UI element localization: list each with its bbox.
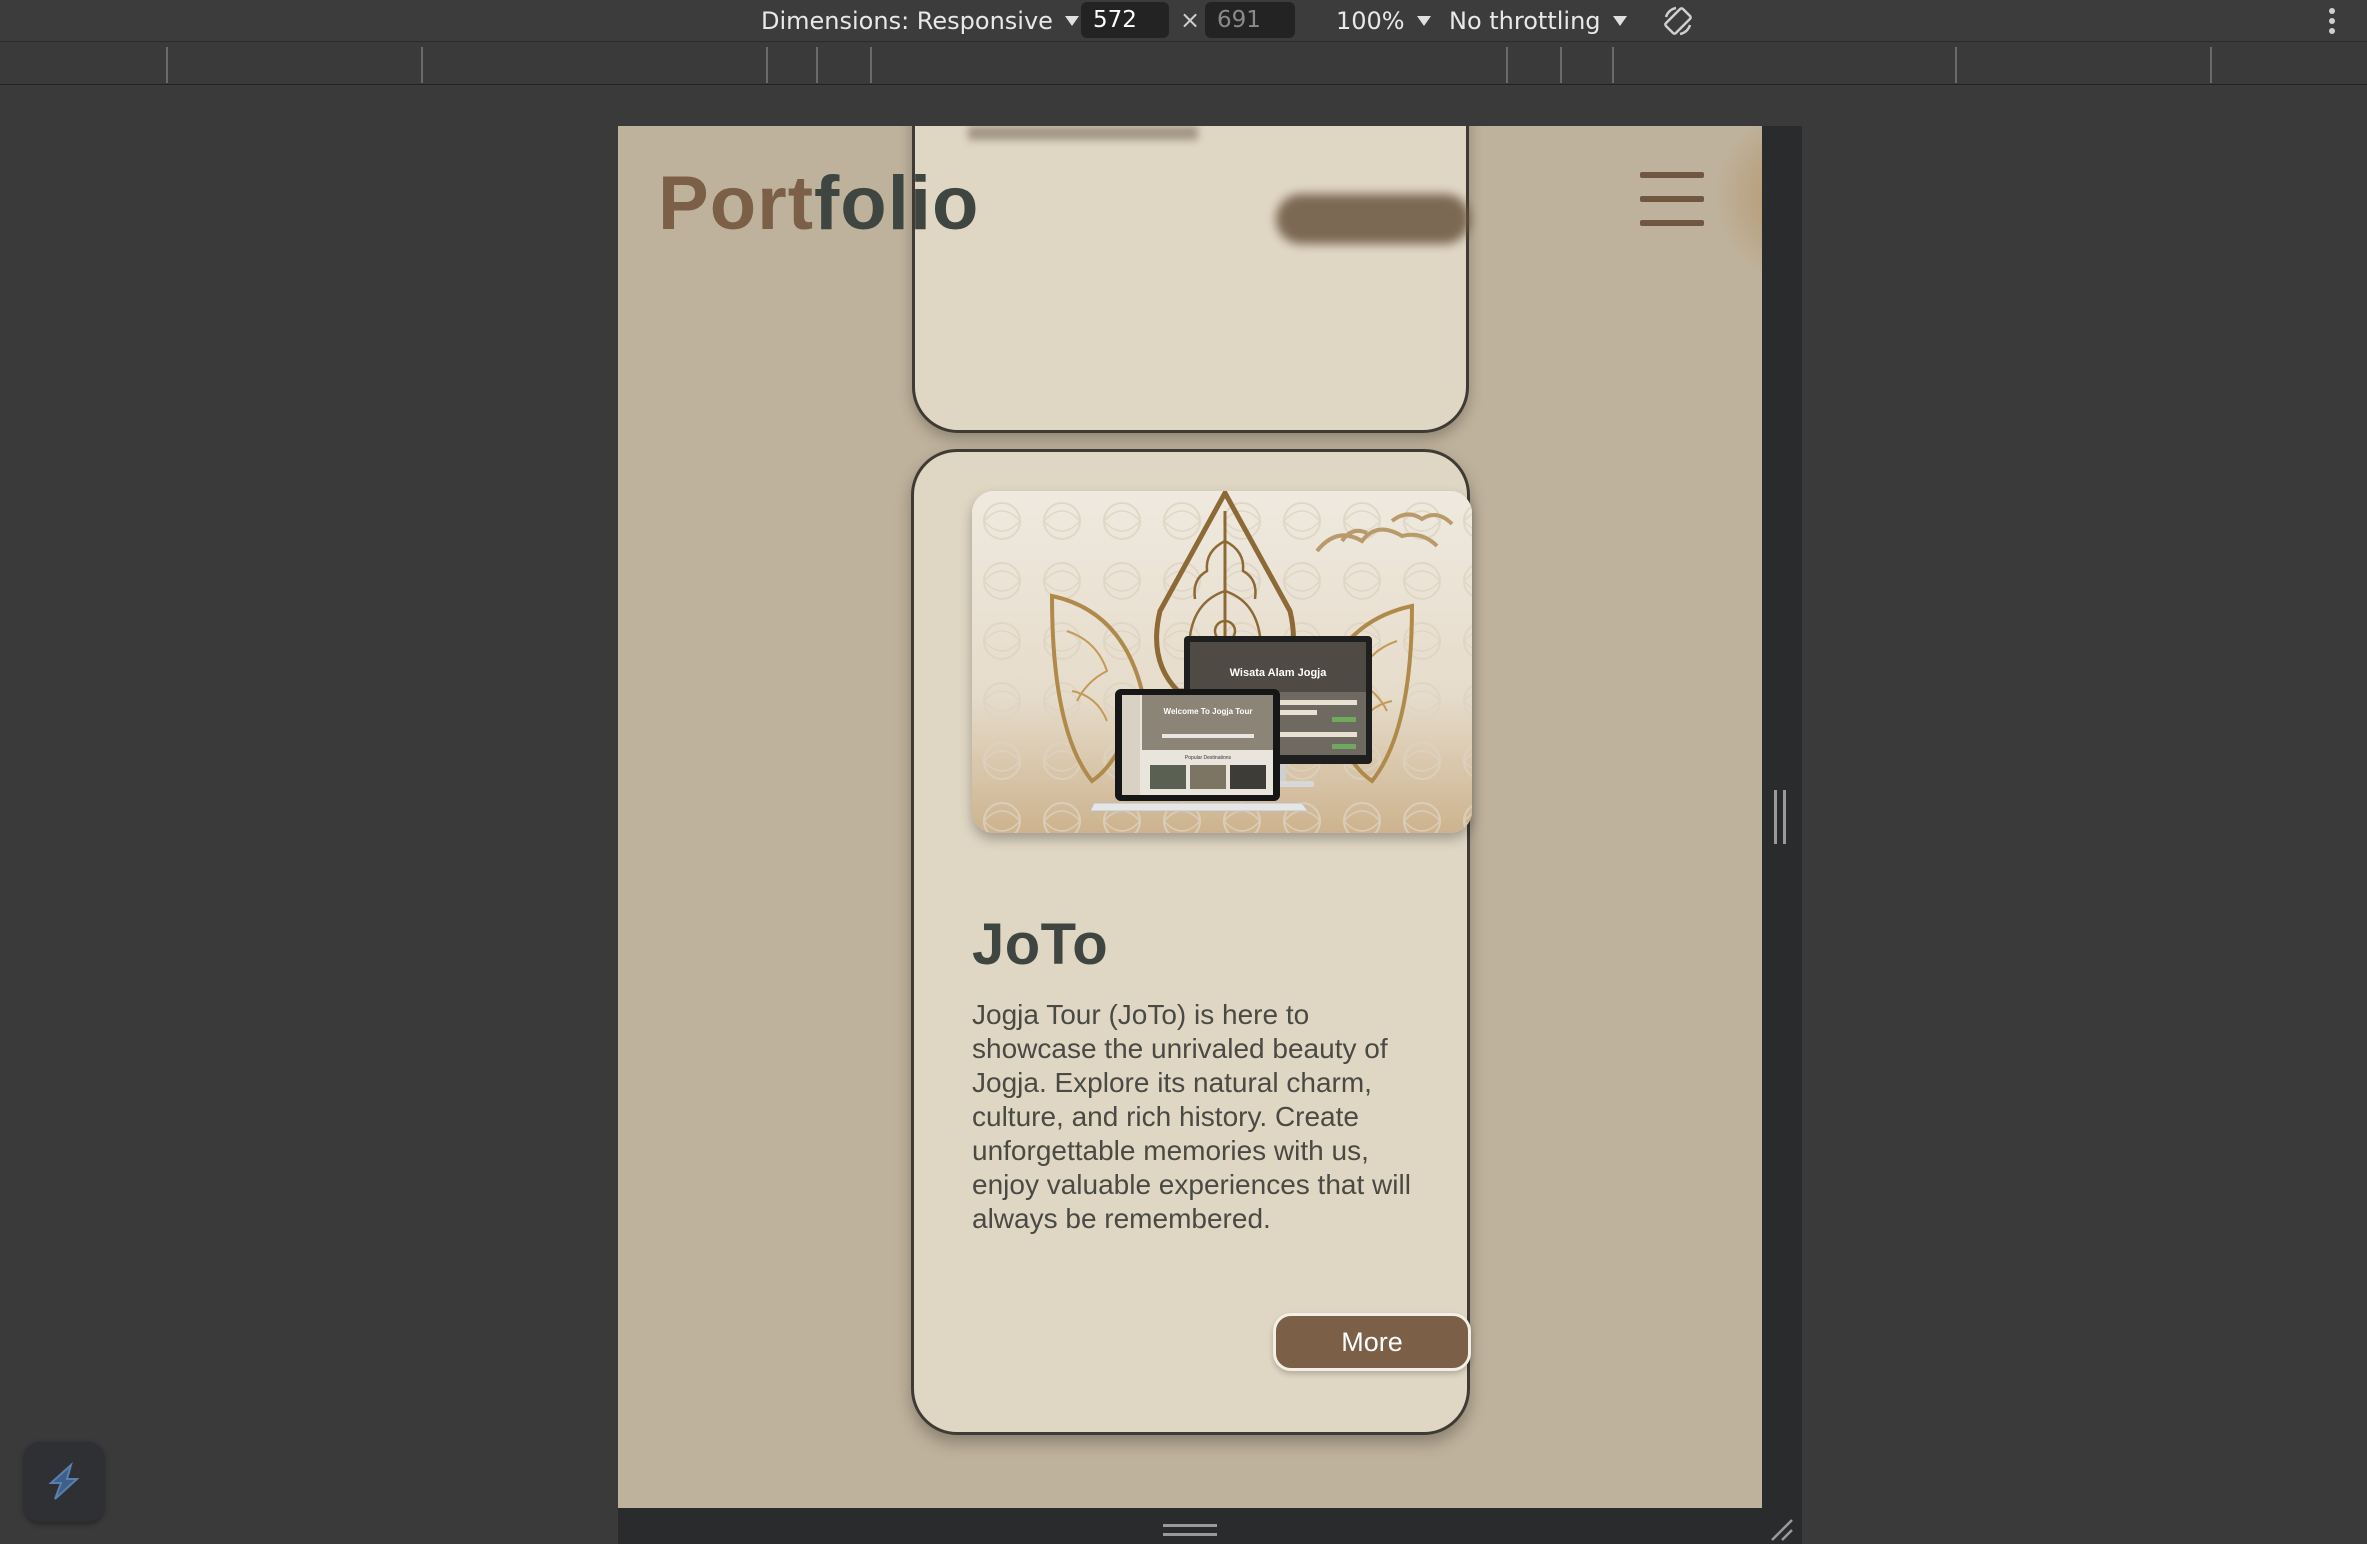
header-decoration: [1713, 126, 1762, 286]
laptop-subtitle: Popular Destinations: [1185, 755, 1232, 761]
breakpoint-tick[interactable]: [1506, 47, 1508, 83]
breakpoint-tick[interactable]: [1612, 47, 1614, 83]
width-input[interactable]: 572: [1081, 2, 1169, 38]
caret-down-icon: [1612, 16, 1627, 26]
more-button[interactable]: More: [1273, 1313, 1471, 1371]
zoom-dropdown[interactable]: 100%: [1336, 0, 1431, 42]
breakpoint-tick[interactable]: [1560, 47, 1562, 83]
rotate-button[interactable]: [1660, 0, 1696, 42]
device-toolbar: Dimensions: Responsive 572 × 691 100% No…: [0, 0, 2367, 42]
logo-part-folio: folio: [814, 161, 980, 246]
breakpoint-tick[interactable]: [816, 47, 818, 83]
breakpoint-tick[interactable]: [166, 47, 168, 83]
media-query-ruler[interactable]: [0, 43, 2367, 85]
zoom-label: 100%: [1336, 7, 1405, 35]
height-input[interactable]: 691: [1205, 2, 1295, 38]
dimension-separator: ×: [1180, 6, 1201, 34]
laptop-title: Welcome To Jogja Tour: [1164, 707, 1253, 716]
project-description: Jogja Tour (JoTo) is here to showcase th…: [972, 999, 1411, 1234]
bottom-resize-handle-icon[interactable]: [1163, 1524, 1217, 1536]
breakpoint-tick[interactable]: [870, 47, 872, 83]
previous-more-button[interactable]: [1276, 194, 1470, 244]
throttling-label: No throttling: [1449, 7, 1601, 35]
previous-project-card: [912, 126, 1469, 433]
previous-card-text-blur: [968, 126, 1198, 140]
dimensions-dropdown[interactable]: Dimensions: Responsive: [761, 0, 1079, 42]
logo-part-port: Port: [658, 161, 814, 246]
dimensions-label: Dimensions: Responsive: [761, 7, 1053, 35]
side-resize-handle-icon[interactable]: [1774, 790, 1786, 844]
throttling-dropdown[interactable]: No throttling: [1449, 0, 1627, 42]
breakpoint-tick[interactable]: [2210, 47, 2212, 83]
breakpoint-tick[interactable]: [421, 47, 423, 83]
hamburger-menu-icon[interactable]: [1640, 172, 1704, 226]
monitor-title: Wisata Alam Jogja: [1230, 667, 1328, 679]
breakpoint-tick[interactable]: [766, 47, 768, 83]
more-vert-icon: [2329, 8, 2335, 34]
extension-button[interactable]: [24, 1442, 104, 1522]
rotate-icon: [1664, 6, 1692, 36]
project-image: Wisata Alam Jogja Welcome To Jogja Tour …: [972, 491, 1472, 833]
extension-icon: [48, 1461, 80, 1500]
resize-handle-icon[interactable]: [1766, 1516, 1796, 1542]
device-viewport: Portfolio Wisata Alam Jogja Welcome To J…: [618, 126, 1762, 1508]
site-logo[interactable]: Portfolio: [658, 166, 979, 242]
caret-down-icon: [1416, 16, 1431, 26]
project-title: JoTo: [972, 912, 1109, 977]
breakpoint-tick[interactable]: [1955, 47, 1957, 83]
more-options-button[interactable]: [2326, 0, 2338, 42]
caret-down-icon: [1064, 16, 1079, 26]
